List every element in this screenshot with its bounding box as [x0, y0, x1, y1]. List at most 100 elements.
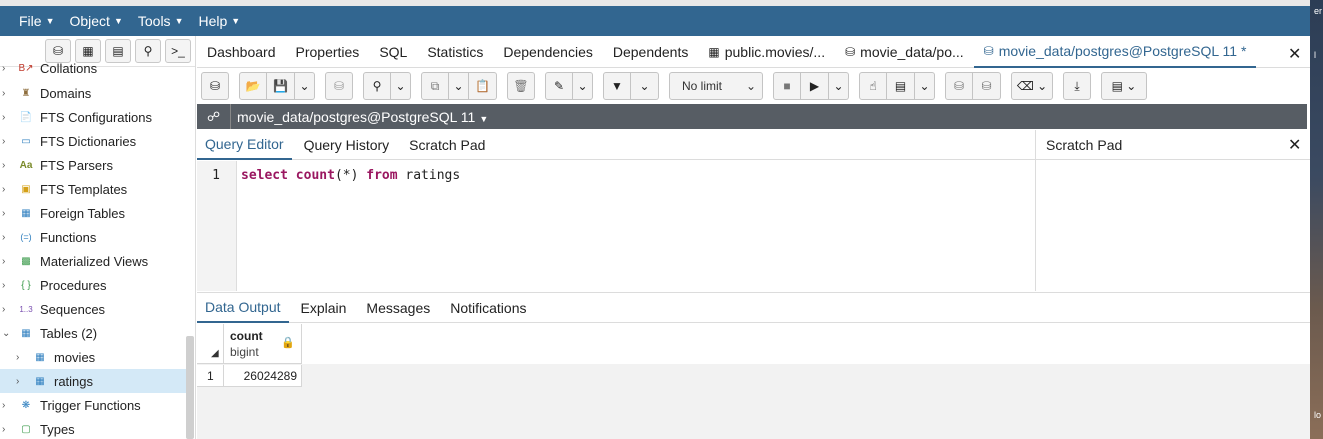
connection-bar: ☍ movie_data/postgres@PostgreSQL 11 ▼: [197, 104, 1307, 129]
tree-item-label: Functions: [40, 229, 97, 245]
row-limit-select[interactable]: No limit ⌄: [669, 72, 763, 100]
chevron-right-icon: ›: [2, 135, 6, 147]
close-tab-icon[interactable]: ✕: [1288, 44, 1301, 64]
chevron-down-icon: ⌄: [2, 327, 11, 339]
connection-selector[interactable]: movie_data/postgres@PostgreSQL 11 ▼: [231, 109, 488, 125]
object-browser: ⛁ ▦ ▤ ⚲ >_ › B↗ Collations › ♜ Domains ›…: [0, 36, 196, 439]
scratch-pad-textarea[interactable]: [1035, 160, 1310, 291]
save-data-icon[interactable]: ⛁: [325, 72, 353, 100]
edit-icon[interactable]: ✎: [545, 72, 573, 100]
trigger-function-icon: ❋: [21, 399, 31, 411]
tree-item-movies[interactable]: › ▦ movies: [0, 345, 186, 369]
chevron-down-icon[interactable]: ⌄: [449, 72, 469, 100]
procedure-icon: { }: [21, 279, 31, 291]
tree-item-types[interactable]: › ▢ Types: [0, 417, 186, 439]
tab-notifications[interactable]: Notifications: [442, 293, 534, 323]
execute-icon[interactable]: ▶: [801, 72, 829, 100]
sql-code-line[interactable]: select count(*) from ratings: [241, 168, 460, 183]
menu-file[interactable]: File ▼: [19, 13, 54, 29]
tree-scrollbar[interactable]: [186, 336, 194, 439]
tab-movie-data-po[interactable]: ⛁ movie_data/po...: [835, 36, 974, 68]
delete-icon[interactable]: 🗑: [507, 72, 535, 100]
explain-analyze-icon[interactable]: ▤: [887, 72, 915, 100]
clear-icon[interactable]: ⌫ ⌄: [1011, 72, 1053, 100]
chevron-right-icon: ›: [2, 303, 6, 315]
tree-item-label: FTS Parsers: [40, 157, 113, 173]
tree-item-label: FTS Templates: [40, 181, 128, 197]
menu-help[interactable]: Help ▼: [198, 13, 240, 29]
tab-scratch-pad[interactable]: Scratch Pad: [401, 130, 493, 160]
tree-item-label: movies: [54, 349, 96, 365]
tree-item-fts-configurations[interactable]: › 📄 FTS Configurations: [0, 105, 186, 129]
rollback-icon[interactable]: ⛁: [973, 72, 1001, 100]
tab-dependencies[interactable]: Dependencies: [493, 36, 603, 68]
close-scratch-pad-icon[interactable]: ✕: [1288, 135, 1301, 155]
tab-properties[interactable]: Properties: [286, 36, 370, 68]
tree-item-foreign-tables[interactable]: › ▦ Foreign Tables: [0, 201, 186, 225]
tab-query-editor[interactable]: Query Editor: [197, 130, 292, 160]
tab-sql[interactable]: SQL: [369, 36, 417, 68]
connection-status-icon[interactable]: ☍: [197, 104, 231, 129]
sql-editor[interactable]: 1 select count(*) from ratings: [197, 161, 1035, 291]
tab-public-movies[interactable]: ▦ public.movies/...: [698, 36, 835, 68]
row-number[interactable]: 1: [197, 365, 224, 387]
commit-icon[interactable]: ⛁: [945, 72, 973, 100]
tab-data-output[interactable]: Data Output: [197, 293, 289, 323]
chevron-down-icon[interactable]: ⌄: [915, 72, 935, 100]
tree-item-procedures[interactable]: › { } Procedures: [0, 273, 186, 297]
tree-item-tables[interactable]: ⌄ ▦ Tables (2): [0, 321, 186, 345]
scratch-pad-header: Scratch Pad: [1035, 130, 1310, 160]
limit-label: No limit: [682, 79, 723, 93]
menu-tools[interactable]: Tools ▼: [138, 13, 184, 29]
table-cell[interactable]: 26024289: [224, 365, 302, 387]
open-file-icon[interactable]: 📂: [239, 72, 267, 100]
tab-query-history[interactable]: Query History: [296, 130, 398, 160]
tree-item-trigger-functions[interactable]: › ❋ Trigger Functions: [0, 393, 186, 417]
tree-item-fts-dictionaries[interactable]: › ▭ FTS Dictionaries: [0, 129, 186, 153]
chevron-down-icon[interactable]: ⌄: [391, 72, 411, 100]
chevron-right-icon: ›: [2, 279, 6, 291]
tree-item-sequences[interactable]: › 1..3 Sequences: [0, 297, 186, 321]
search-icon[interactable]: ⚲: [363, 72, 391, 100]
chevron-down-icon[interactable]: ⌄: [631, 72, 659, 100]
column-header-count[interactable]: count bigint 🔒: [224, 324, 302, 364]
sql-table-name: ratings: [405, 168, 461, 183]
grid-select-all[interactable]: ◢: [197, 324, 224, 364]
tab-statistics[interactable]: Statistics: [417, 36, 493, 68]
menu-bar: File ▼ Object ▼ Tools ▼ Help ▼: [0, 6, 1310, 36]
edge-text-top: er: [1314, 6, 1323, 16]
tab-query-tool[interactable]: ⛁ movie_data/postgres@PostgreSQL 11 *: [973, 36, 1257, 68]
chevron-down-icon[interactable]: ⌄: [829, 72, 849, 100]
tree-item-functions[interactable]: › (=) Functions: [0, 225, 186, 249]
stop-icon[interactable]: ■: [773, 72, 801, 100]
tab-explain[interactable]: Explain: [293, 293, 355, 323]
tab-label: movie_data/postgres@PostgreSQL 11 *: [998, 42, 1247, 59]
tree-item-fts-templates[interactable]: › ▣ FTS Templates: [0, 177, 186, 201]
tree-item-collations[interactable]: › B↗ Collations: [0, 60, 186, 76]
menu-file-label: File: [19, 13, 42, 29]
chevron-down-icon[interactable]: ⌄: [295, 72, 315, 100]
tree-item-domains[interactable]: › ♜ Domains: [0, 81, 186, 105]
tab-dependents[interactable]: Dependents: [603, 36, 699, 68]
explain-icon[interactable]: ☝: [859, 72, 887, 100]
database-icon[interactable]: ⛁: [201, 72, 229, 100]
copy-icon[interactable]: ⧉: [421, 72, 449, 100]
tree-item-materialized-views[interactable]: › ▩ Materialized Views: [0, 249, 186, 273]
materialized-view-icon: ▩: [21, 255, 31, 267]
chevron-down-icon[interactable]: ⌄: [573, 72, 593, 100]
filter-icon[interactable]: ▼: [603, 72, 631, 100]
tab-messages[interactable]: Messages: [358, 293, 438, 323]
macros-icon[interactable]: ▤ ⌄: [1101, 72, 1147, 100]
save-icon[interactable]: 💾: [267, 72, 295, 100]
tree-item-label: Procedures: [40, 277, 107, 293]
download-icon[interactable]: ⤓: [1063, 72, 1091, 100]
chevron-down-icon: ▼: [174, 16, 184, 26]
tab-dashboard[interactable]: Dashboard: [197, 36, 286, 68]
menu-object[interactable]: Object ▼: [69, 13, 122, 29]
tree-item-ratings[interactable]: › ▦ ratings: [0, 369, 186, 393]
function-icon: (=): [20, 232, 32, 242]
domain-icon: ♜: [21, 87, 31, 99]
fts-template-icon: ▣: [21, 183, 31, 195]
tree-item-fts-parsers[interactable]: › Aa FTS Parsers: [0, 153, 186, 177]
paste-icon[interactable]: 📋: [469, 72, 497, 100]
